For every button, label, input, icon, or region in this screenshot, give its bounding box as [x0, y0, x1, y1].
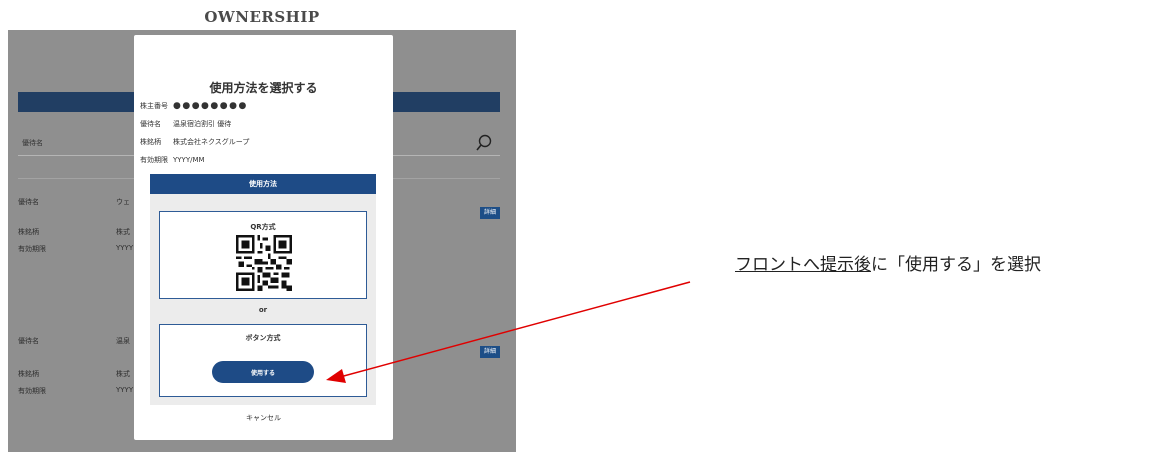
- annotation-arrow: [326, 281, 691, 383]
- annotation-rest: に「使用する」を選択: [871, 255, 1041, 275]
- annotation-underlined: フロントへ提示後: [735, 255, 871, 275]
- annotation-text: フロントへ提示後に「使用する」を選択: [735, 250, 1041, 275]
